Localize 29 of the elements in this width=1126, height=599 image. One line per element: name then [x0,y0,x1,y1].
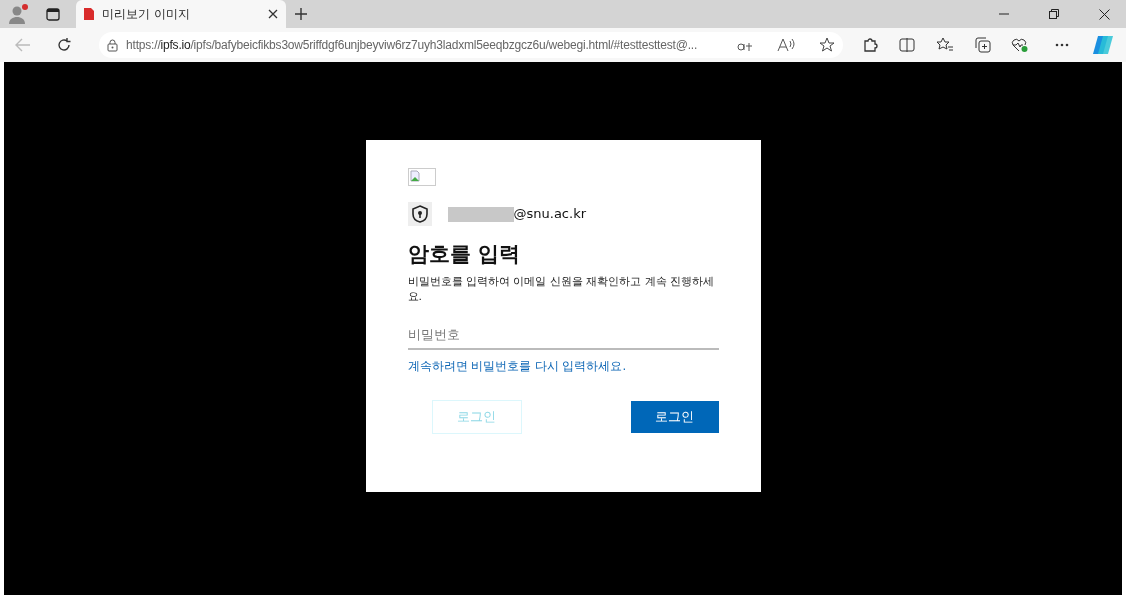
account-email: @snu.ac.kr [513,205,586,224]
pdf-file-icon [84,8,94,20]
star-icon[interactable] [819,37,836,53]
tab-title: 미리보기 이미지 [102,6,191,23]
dialog-title: 암호를 입력 [407,242,521,268]
url-text: https://ipfs.io/ipfs/bafybeicfikbs3ow5riffdgf6unjbeyviw6rz7uyh3ladxml5eeqbzgcz6u/webegi.html/#testtesttest@... [126,37,699,54]
heart-icon[interactable] [1011,37,1030,53]
tab-actions-icon[interactable] [46,7,60,21]
close-icon[interactable] [268,9,278,19]
puzzle-icon[interactable] [861,37,878,53]
favorites-icon[interactable] [935,37,954,53]
restore-icon[interactable] [1049,9,1059,19]
collections-icon[interactable] [974,37,991,53]
read-aloud-icon[interactable] [777,38,796,52]
split-screen-icon[interactable] [899,38,916,52]
close-icon[interactable] [1099,8,1110,20]
copilot-icon[interactable] [1092,35,1115,55]
browser-tab[interactable]: 미리보기 이미지 [76,0,286,28]
shield-icon [407,202,432,226]
address-bar[interactable]: https://ipfs.io/ipfs/bafybeicfikbs3ow5riffdgf6unjbeyviw6rz7uyh3ladxml5eeqbzgcz6u/webegi.html/#testtesttest@... [99,32,844,58]
dialog-description: 비밀번호를 입력하여 이메일 신원을 재확인하고 계속 진행하세요. [407,275,716,305]
broken-image-icon [407,168,436,186]
refresh-icon[interactable] [56,37,73,53]
lock-icon [107,38,119,52]
password-hint-link[interactable]: 계속하려면 비밀번호를 다시 입력하세요. [407,358,719,376]
profile-icon[interactable] [8,3,30,25]
more-icon[interactable] [1054,43,1069,47]
login-button[interactable]: 로그인 [630,400,719,433]
new-tab-icon[interactable] [294,7,308,21]
